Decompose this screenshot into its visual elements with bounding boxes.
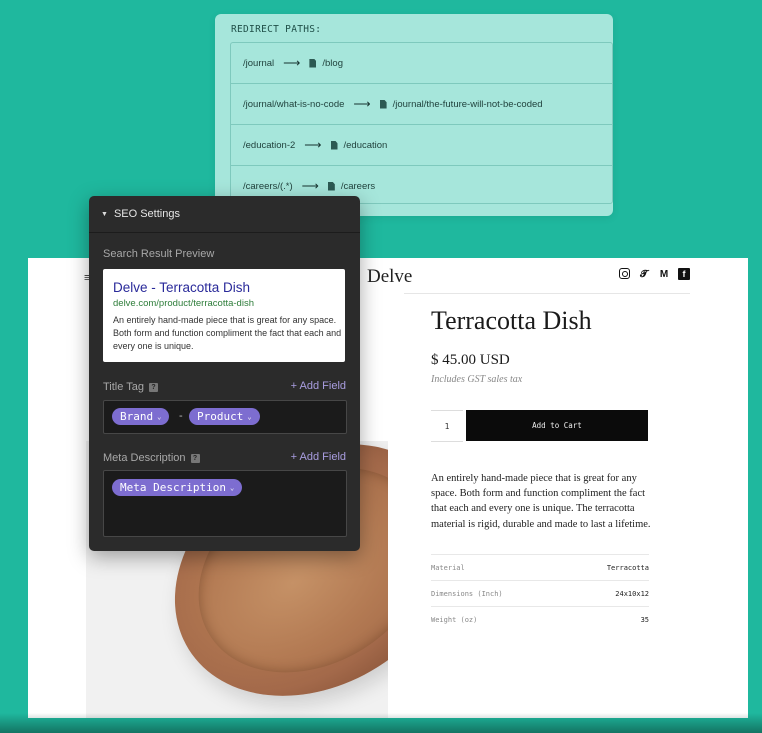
- title-separator: -: [179, 410, 183, 422]
- tax-note: Includes GST sales tax: [431, 374, 523, 385]
- arrow-right-icon: ⟶: [301, 179, 319, 193]
- redirect-table: /journal ⟶ /blog /journal/what-is-no-cod…: [230, 42, 613, 204]
- title-tag-field[interactable]: Brand ⌄ - Product ⌄: [103, 400, 347, 434]
- product-specs: Material Terracotta Dimensions (Inch) 24…: [431, 554, 649, 632]
- caret-down-icon: ▼: [101, 210, 108, 218]
- meta-description-label-text: Meta Description: [103, 452, 186, 464]
- product-price: $ 45.00 USD: [431, 352, 510, 368]
- title-tag-label: Title Tag?: [103, 381, 158, 393]
- redirect-paths-heading: REDIRECT PATHS:: [231, 24, 322, 35]
- page-icon: [330, 140, 338, 150]
- brand-chip-label: Brand: [120, 410, 154, 423]
- help-icon[interactable]: ?: [190, 454, 200, 463]
- medium-icon[interactable]: M: [658, 268, 670, 280]
- help-icon[interactable]: ?: [148, 383, 158, 392]
- redirect-to: /blog: [322, 57, 343, 69]
- bottom-shade: [0, 713, 762, 733]
- redirect-to: /careers: [340, 180, 376, 192]
- redirect-row[interactable]: /journal ⟶ /blog: [231, 43, 612, 84]
- preview-title: Delve - Terracotta Dish: [113, 280, 251, 295]
- redirect-from: /journal: [243, 57, 275, 69]
- quantity-input[interactable]: 1: [431, 410, 463, 442]
- twitter-icon[interactable]: 𝓣: [638, 268, 650, 280]
- seo-settings-title: SEO Settings: [113, 208, 180, 220]
- redirect-row[interactable]: /journal/what-is-no-code ⟶ /journal/the-…: [231, 84, 612, 125]
- product-chip-label: Product: [197, 410, 244, 423]
- meta-description-field[interactable]: Meta Description ⌄: [103, 470, 347, 537]
- spec-row: Weight (oz) 35: [431, 606, 649, 632]
- social-links: 𝓣 M f: [619, 268, 690, 280]
- brand-chip[interactable]: Brand ⌄: [112, 408, 170, 425]
- spec-row: Dimensions (Inch) 24x10x12: [431, 580, 649, 606]
- spec-key: Dimensions (Inch): [431, 589, 503, 598]
- redirect-paths-panel: REDIRECT PATHS: /journal ⟶ /blog /journa…: [215, 14, 613, 216]
- meta-add-field-button[interactable]: + Add Field: [291, 451, 346, 463]
- redirect-to: /journal/the-future-will-not-be-coded: [392, 98, 543, 110]
- meta-description-chip[interactable]: Meta Description ⌄: [112, 479, 243, 496]
- redirect-from: /careers/(.*): [243, 180, 293, 192]
- title-tag-add-field-button[interactable]: + Add Field: [291, 380, 346, 392]
- spec-value: 24x10x12: [615, 589, 649, 598]
- preview-description: An entirely hand-made piece that is grea…: [113, 315, 342, 351]
- search-preview-label: Search Result Preview: [103, 248, 215, 260]
- page-icon: [379, 99, 387, 109]
- spec-key: Weight (oz): [431, 615, 478, 624]
- title-tag-label-text: Title Tag: [103, 381, 144, 393]
- preview-url: delve.com/product/terracotta-dish: [113, 298, 254, 309]
- store-logo[interactable]: Delve: [367, 266, 412, 288]
- add-to-cart-button[interactable]: Add to Cart: [466, 410, 648, 441]
- product-description: An entirely hand-made piece that is grea…: [431, 473, 651, 530]
- redirect-from: /education-2: [243, 139, 296, 151]
- arrow-right-icon: ⟶: [283, 56, 301, 70]
- product-title: Terracotta Dish: [431, 306, 592, 335]
- spec-key: Material: [431, 563, 465, 572]
- chevron-down-icon: ⌄: [247, 412, 252, 421]
- arrow-right-icon: ⟶: [353, 97, 371, 111]
- page-icon: [309, 58, 317, 68]
- meta-description-chip-label: Meta Description: [120, 481, 226, 494]
- seo-settings-panel: ▼ SEO Settings Search Result Preview Del…: [89, 196, 360, 551]
- search-result-preview: Delve - Terracotta Dish delve.com/produc…: [103, 269, 345, 362]
- seo-settings-header[interactable]: ▼ SEO Settings: [89, 196, 360, 233]
- header-divider: [404, 293, 690, 294]
- product-chip[interactable]: Product ⌄: [189, 408, 260, 425]
- spec-row: Material Terracotta: [431, 554, 649, 580]
- arrow-right-icon: ⟶: [304, 138, 322, 152]
- meta-description-label: Meta Description?: [103, 452, 200, 464]
- redirect-row[interactable]: /education-2 ⟶ /education: [231, 125, 612, 166]
- redirect-to: /education: [343, 139, 388, 151]
- redirect-from: /journal/what-is-no-code: [243, 98, 345, 110]
- spec-value: Terracotta: [606, 563, 649, 572]
- chevron-down-icon: ⌄: [229, 483, 235, 492]
- facebook-icon[interactable]: f: [678, 268, 690, 280]
- instagram-icon[interactable]: [619, 268, 630, 279]
- chevron-down-icon: ⌄: [157, 412, 162, 421]
- spec-value: 35: [640, 615, 649, 624]
- page-icon: [327, 181, 335, 191]
